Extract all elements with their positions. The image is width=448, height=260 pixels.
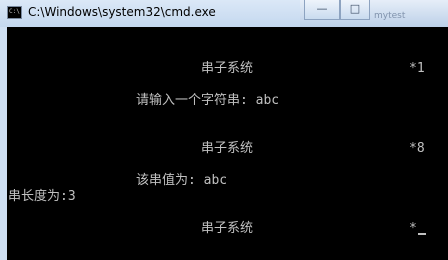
maximize-icon: □: [349, 2, 361, 15]
console-line: 该串值为: abc: [136, 173, 228, 188]
console-line: *: [409, 221, 417, 236]
background-app-label: mytest: [374, 11, 406, 21]
cmd-icon-label: C:\: [9, 8, 20, 15]
cmd-icon[interactable]: C:\: [7, 6, 22, 19]
console-line: *8: [409, 141, 425, 156]
maximize-button[interactable]: □: [340, 0, 370, 20]
console-line: 串子系统: [201, 61, 254, 76]
title-bar[interactable]: C:\ C:\Windows\system32\cmd.exe mytest —…: [0, 0, 448, 27]
window-title: C:\Windows\system32\cmd.exe: [28, 5, 216, 19]
text-cursor: [417, 233, 426, 235]
minimize-icon: —: [316, 2, 328, 15]
caption-buttons: mytest — □: [300, 0, 448, 27]
console-line: *1: [409, 61, 425, 76]
cmd-window: C:\ C:\Windows\system32\cmd.exe mytest —…: [0, 0, 448, 260]
console-line: 串子系统: [201, 221, 254, 236]
console-line: 请输入一个字符串: abc: [136, 93, 280, 108]
console-prompt-line: *: [409, 221, 426, 237]
console-line: 串长度为:3: [8, 189, 76, 204]
minimize-button[interactable]: —: [304, 0, 340, 20]
console-line: 串子系统: [201, 141, 254, 156]
console-output[interactable]: 串子系统 *1 请输入一个字符串: abc 串子系统 *8 该串值为: abc …: [7, 27, 448, 260]
